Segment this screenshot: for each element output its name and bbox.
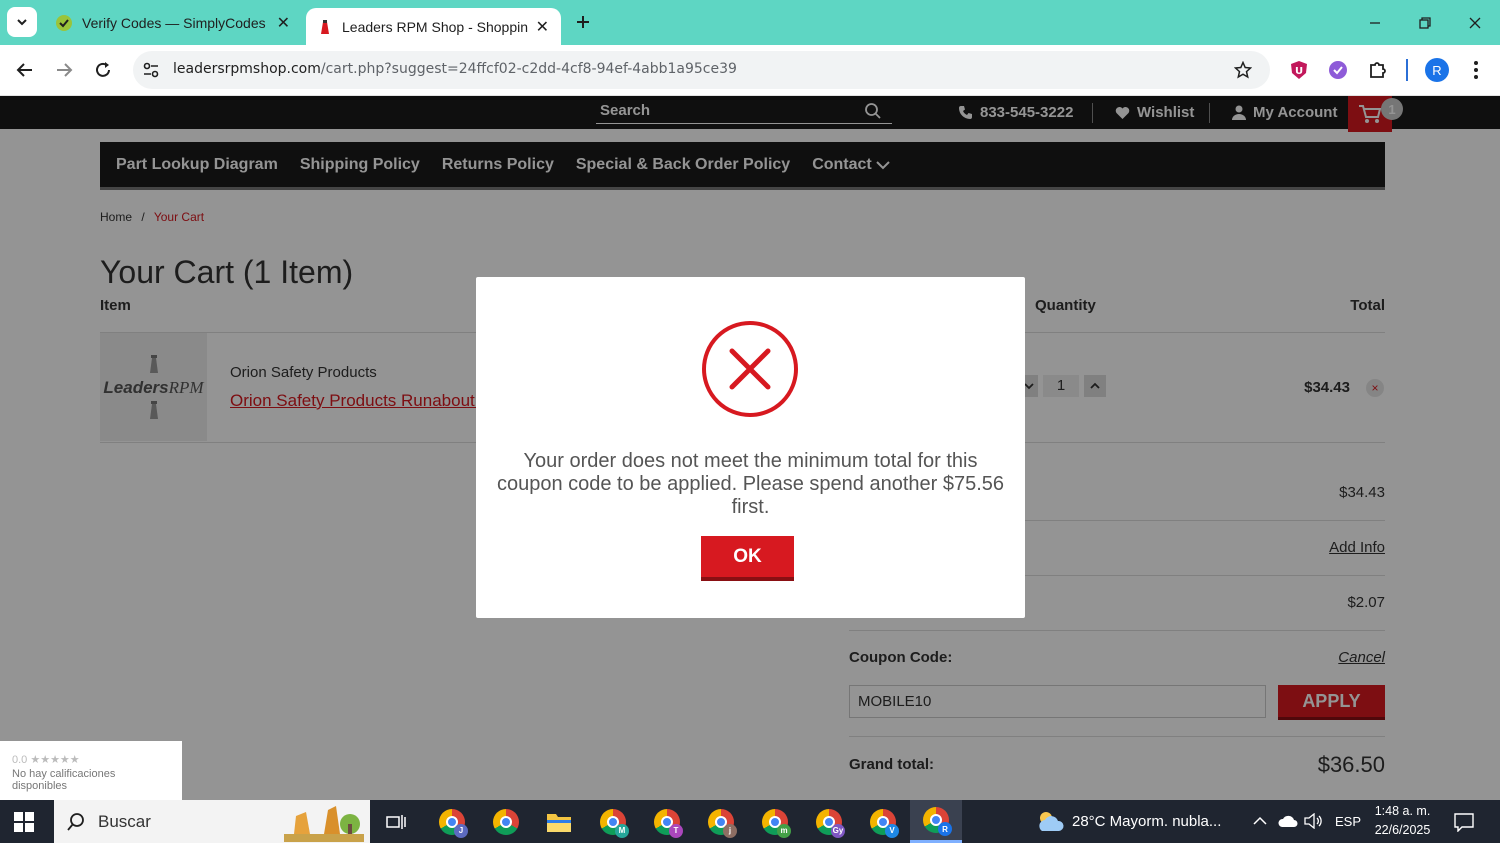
ratings-widget[interactable]: 0.0 ★★★★★ No hay calificaciones disponib…	[0, 741, 182, 800]
windows-start-icon[interactable]	[14, 812, 34, 832]
profile-avatar[interactable]: R	[1425, 58, 1449, 82]
clock-time[interactable]: 1:48 a. m.	[1365, 804, 1440, 818]
url-domain: leadersrpmshop.com	[173, 61, 321, 77]
chevron-up-icon[interactable]	[1253, 814, 1267, 828]
taskbar-chrome-profile-j2[interactable]: j	[698, 800, 744, 843]
profile-letter: J	[454, 823, 468, 838]
taskbar-chrome-profile-gy[interactable]: Gy	[806, 800, 852, 843]
input-language[interactable]: ESP	[1335, 814, 1361, 829]
taskbar-search-box[interactable]: Buscar	[54, 800, 370, 843]
close-icon	[1469, 17, 1481, 28]
taskbar-chrome-profile-m2[interactable]: m	[752, 800, 798, 843]
chrome-icon: m	[762, 808, 791, 838]
ok-button[interactable]: OK	[701, 536, 794, 581]
address-bar[interactable]: leadersrpmshop.com/cart.php?suggest=24ff…	[133, 51, 1270, 89]
task-view-icon[interactable]	[373, 800, 419, 843]
chrome-icon: T	[654, 808, 683, 838]
taskbar-file-explorer[interactable]	[536, 800, 582, 843]
profile-letter: V	[885, 823, 899, 838]
tab-leaders-rpm[interactable]: Leaders RPM Shop - Shopping Cart ✕	[306, 8, 561, 45]
extensions-puzzle-icon[interactable]	[1368, 59, 1388, 79]
profile-letter: Gy	[831, 823, 845, 838]
weather-text[interactable]: 28°C Mayorm. nubla...	[1072, 813, 1221, 830]
url-path: /cart.php?suggest=24ffcf02-c2dd-4cf8-94e…	[320, 61, 737, 77]
tab-strip: Verify Codes — SimplyCodes ✕ Leaders RPM…	[0, 0, 1500, 45]
taskbar-chrome[interactable]	[483, 800, 529, 843]
back-button[interactable]	[8, 53, 42, 87]
simplycodes-favicon-icon	[56, 14, 72, 31]
new-tab-button[interactable]	[572, 11, 594, 33]
bookmark-star-icon[interactable]	[1234, 61, 1252, 79]
error-x-icon	[701, 320, 799, 418]
chrome-icon: J	[439, 808, 468, 838]
volume-icon[interactable]	[1304, 813, 1324, 829]
chrome-icon: V	[870, 808, 899, 838]
chrome-icon: R	[923, 807, 952, 836]
plus-icon	[577, 16, 589, 28]
rating-text: No hay calificaciones disponibles	[12, 768, 116, 792]
close-tab-icon[interactable]: ✕	[277, 13, 290, 33]
reload-icon	[96, 62, 110, 77]
tab-title: Leaders RPM Shop - Shopping Cart	[342, 18, 528, 35]
giraffe-illustration-icon	[284, 805, 364, 842]
chrome-icon: M	[600, 808, 629, 838]
chrome-icon: j	[708, 808, 737, 838]
chrome-icon: Gy	[816, 808, 845, 838]
tab-search-button[interactable]	[7, 7, 37, 37]
arrow-right-icon	[57, 63, 73, 77]
close-window-button[interactable]	[1450, 0, 1500, 45]
weather-cloud-icon[interactable]	[1036, 809, 1064, 833]
taskbar-search-placeholder: Buscar	[98, 811, 151, 831]
kebab-menu-icon[interactable]	[1468, 59, 1484, 81]
profile-letter: T	[669, 823, 683, 838]
taskbar-chrome-profile-t[interactable]: T	[644, 800, 690, 843]
restore-icon	[1419, 16, 1431, 29]
svg-text:U: U	[1295, 66, 1303, 77]
site-info-icon[interactable]	[142, 61, 160, 79]
dialog-message: Your order does not meet the minimum tot…	[496, 450, 1005, 518]
taskbar-chrome-profile-v[interactable]: V	[860, 800, 906, 843]
toolbar-divider	[1406, 59, 1408, 81]
chevron-down-icon	[17, 19, 27, 26]
windows-taskbar: Buscar J M T j m Gy V R 28°C Mayorm. nub…	[0, 800, 1500, 843]
taskbar-chrome-profile-m[interactable]: M	[590, 800, 636, 843]
profile-letter: j	[723, 823, 737, 838]
rating-score: 0.0 ★★★★★	[12, 754, 80, 766]
coupon-error-dialog: Your order does not meet the minimum tot…	[476, 277, 1025, 618]
profile-letter: R	[938, 822, 952, 836]
browser-toolbar: leadersrpmshop.com/cart.php?suggest=24ff…	[0, 45, 1500, 96]
restore-button[interactable]	[1400, 0, 1450, 45]
notifications-icon[interactable]	[1454, 812, 1474, 832]
simplycodes-extension-icon[interactable]	[1328, 60, 1348, 80]
close-tab-icon[interactable]: ✕	[536, 17, 549, 37]
onedrive-cloud-icon[interactable]	[1278, 814, 1298, 828]
taskbar-chrome-profile-j[interactable]: J	[429, 800, 475, 843]
url-text[interactable]: leadersrpmshop.com/cart.php?suggest=24ff…	[173, 61, 737, 77]
arrow-left-icon	[16, 63, 32, 77]
search-icon	[67, 812, 84, 831]
minimize-button[interactable]	[1350, 0, 1400, 45]
web-page: Search 833-545-3222 Wishlist My Account …	[0, 96, 1500, 800]
clock-date[interactable]: 22/6/2025	[1365, 823, 1440, 837]
profile-letter: m	[777, 823, 791, 838]
folder-icon	[547, 813, 571, 832]
minimize-icon	[1370, 21, 1380, 24]
leaders-rpm-favicon-icon	[321, 19, 329, 34]
taskbar-chrome-profile-r-active[interactable]: R	[910, 800, 962, 843]
forward-button[interactable]	[47, 53, 81, 87]
chrome-icon	[493, 808, 519, 835]
tab-simplycodes[interactable]: Verify Codes — SimplyCodes ✕	[44, 4, 302, 41]
profile-letter: M	[615, 823, 629, 838]
ublock-extension-icon[interactable]: U	[1289, 60, 1309, 80]
tab-title: Verify Codes — SimplyCodes	[82, 14, 266, 31]
reload-button[interactable]	[86, 53, 120, 87]
